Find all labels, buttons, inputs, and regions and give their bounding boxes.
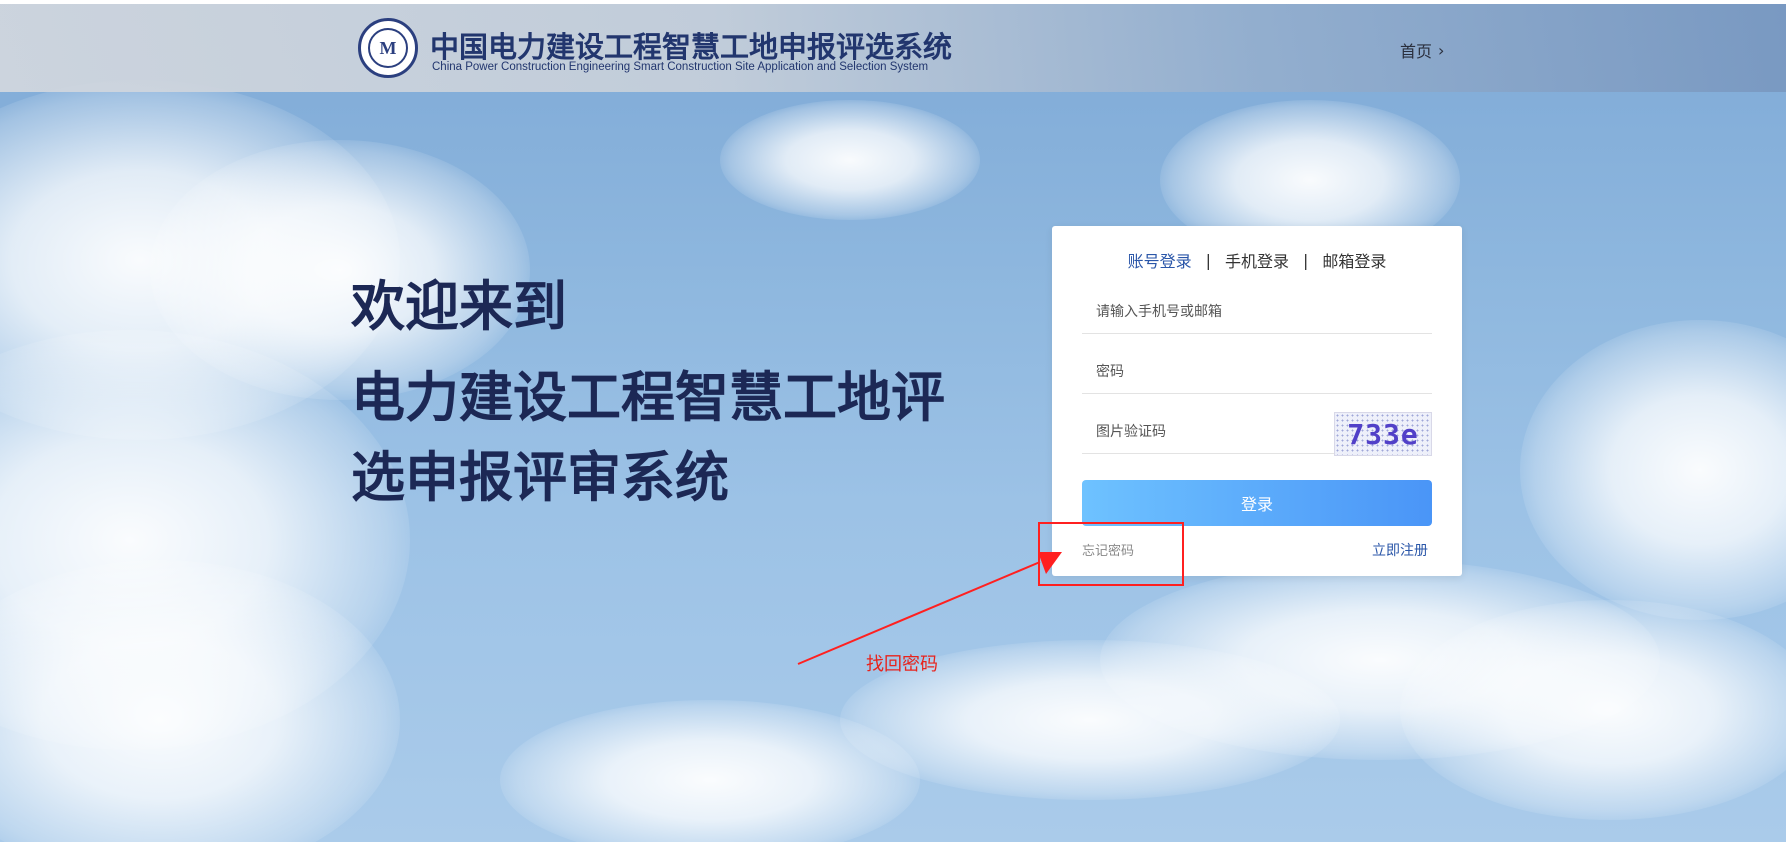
login-page: M 中国电力建设工程智慧工地申报评选系统 China Power Constru… [0,0,1786,842]
annotation-arrow [797,552,1062,665]
annotation-label: 找回密码 [866,654,938,675]
